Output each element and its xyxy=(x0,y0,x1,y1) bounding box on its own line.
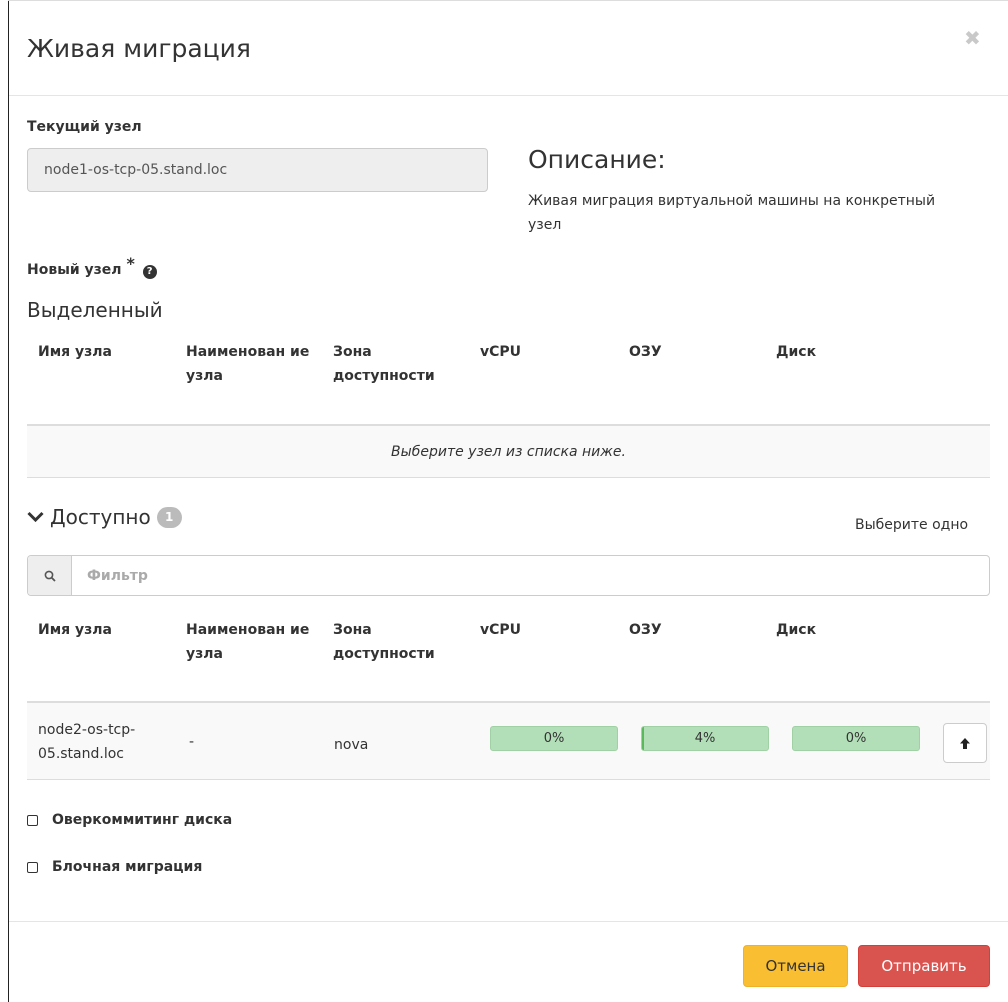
available-col-vcpu[interactable]: vCPU xyxy=(480,618,521,642)
window-border-top xyxy=(8,0,1008,1)
disk-overcommit-label: Оверкоммитинг диска xyxy=(52,812,233,828)
allocate-up-button[interactable] xyxy=(943,723,987,763)
description-title: Описание: xyxy=(528,145,666,174)
block-migration-label: Блочная миграция xyxy=(52,859,203,875)
vcpu-usage-bar: 0% xyxy=(490,726,618,751)
cancel-button[interactable]: Отмена xyxy=(743,945,848,987)
disk-usage-bar: 0% xyxy=(792,726,920,751)
current-node-field: node1-os-tcp-05.stand.loc xyxy=(27,148,488,192)
allocated-col-disk[interactable]: Диск xyxy=(776,340,816,364)
window-border xyxy=(8,0,9,1002)
filter-box xyxy=(27,555,990,596)
current-node-label: Текущий узел xyxy=(27,119,142,135)
allocated-col-host-name[interactable]: Имя узла xyxy=(38,340,112,364)
close-icon[interactable]: ✖ xyxy=(964,26,981,50)
row-zone: nova xyxy=(334,737,369,753)
select-one-hint: Выберите одно xyxy=(855,517,969,533)
ram-usage-label: 4% xyxy=(694,731,716,746)
block-migration-checkbox[interactable] xyxy=(27,861,38,873)
disk-overcommit-option[interactable]: Оверкоммитинг диска xyxy=(27,812,232,828)
required-mark: * xyxy=(126,254,135,273)
available-col-disk[interactable]: Диск xyxy=(776,618,816,642)
disk-overcommit-checkbox[interactable] xyxy=(27,814,38,826)
allocated-col-ram[interactable]: ОЗУ xyxy=(629,340,662,364)
allocated-empty-message: Выберите узел из списка ниже. xyxy=(27,424,990,478)
available-col-hypervisor-name[interactable]: Наименован ие узла xyxy=(186,618,311,666)
available-col-ram[interactable]: ОЗУ xyxy=(629,618,662,642)
arrow-up-icon xyxy=(960,737,970,749)
new-node-label-text: Новый узел xyxy=(27,262,122,278)
modal-title: Живая миграция xyxy=(27,34,251,63)
row-host-name: node2-os-tcp-05.stand.loc xyxy=(38,722,136,762)
filter-input[interactable] xyxy=(72,556,989,595)
search-icon xyxy=(28,556,72,595)
row-hypervisor-name: - xyxy=(189,734,195,750)
disk-usage-label: 0% xyxy=(845,731,867,746)
allocated-title: Выделенный xyxy=(27,298,163,322)
header-divider xyxy=(9,95,1008,96)
allocated-col-hypervisor-name[interactable]: Наименован ие узла xyxy=(186,340,311,388)
ram-usage-bar: 4% xyxy=(641,726,769,751)
available-count-badge: 1 xyxy=(156,506,182,528)
question-circle-icon[interactable]: ? xyxy=(142,265,157,279)
available-col-host-name[interactable]: Имя узла xyxy=(38,618,112,642)
submit-button[interactable]: Отправить xyxy=(858,945,990,987)
available-toggle[interactable]: Доступно 1 xyxy=(27,505,182,529)
block-migration-option[interactable]: Блочная миграция xyxy=(27,859,202,875)
available-col-zone[interactable]: Зона доступности xyxy=(333,618,458,666)
chevron-down-icon xyxy=(27,508,44,527)
allocated-col-zone[interactable]: Зона доступности xyxy=(333,340,458,388)
available-title: Доступно xyxy=(50,505,151,529)
vcpu-usage-label: 0% xyxy=(543,731,565,746)
description-text: Живая миграция виртуальной машины на кон… xyxy=(528,193,936,233)
footer-divider xyxy=(9,921,1008,922)
new-node-label: Новый узел * ? xyxy=(27,254,157,279)
allocated-col-vcpu[interactable]: vCPU xyxy=(480,340,521,364)
ram-usage-fill xyxy=(642,727,644,750)
